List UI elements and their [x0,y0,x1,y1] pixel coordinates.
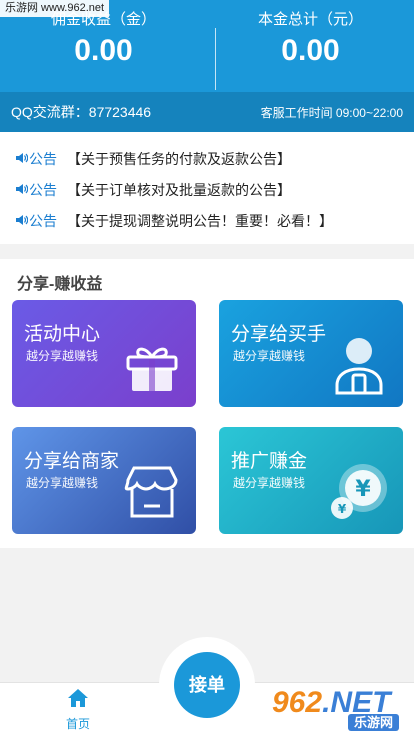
yuan-coin-icon: ¥ ¥ [331,464,387,519]
share-section: 分享-赚收益 活动中心 越分享越赚钱 分享给买手 越分享越赚钱 分享给商家 越分… [0,259,414,548]
svg-text:¥: ¥ [338,502,347,516]
card-title: 推广赚金 [231,451,308,472]
notice-list: 公告 【关于预售任务的付款及返款公告】 公告 【关于订单核对及批量返款的公告】 … [0,132,414,244]
notice-item[interactable]: 公告 【关于订单核对及批量返款的公告】 [0,180,414,211]
speaker-icon [16,153,28,163]
card-subtitle: 越分享越赚钱 [233,476,306,490]
speaker-icon [16,184,28,194]
card-title: 活动中心 [24,324,101,345]
shop-icon [124,466,178,518]
site-watermark: 乐游网 www.962.net [0,0,110,17]
commission-stat: 佣金收益（金） 0.00 [0,10,207,70]
tab-home[interactable]: 首页 [48,688,108,732]
card-title: 分享给商家 [24,451,120,472]
accept-order-button[interactable]: 接单 [174,652,240,718]
notice-item[interactable]: 公告 【关于预售任务的付款及返款公告】 [0,149,414,180]
notice-tag: 公告 [29,213,57,229]
gift-icon [126,347,178,391]
notice-text: 【关于提现调整说明公告！重要！必看！】 [67,213,333,229]
notice-tag: 公告 [29,182,57,198]
brand-watermark: 962.NET 乐游网 [270,686,410,732]
commission-value: 0.00 [74,34,133,67]
qq-group-text: QQ交流群：87723446 [11,104,152,120]
card-subtitle: 越分享越赚钱 [26,349,99,363]
promotion-earnings-card[interactable]: 推广赚金 越分享越赚钱 ¥ ¥ [219,427,403,534]
card-subtitle: 越分享越赚钱 [233,349,306,363]
share-section-title: 分享-赚收益 [17,276,103,293]
brand-num: 962 [272,686,323,719]
notice-item[interactable]: 公告 【关于提现调整说明公告！重要！必看！】 [0,211,414,242]
card-title: 分享给买手 [231,324,327,345]
speaker-icon [16,215,28,225]
info-bar: QQ交流群：87723446 客服工作时间 09:00~22:00 [0,92,414,132]
principal-label: 本金总计（元） [257,11,363,28]
share-to-buyer-card[interactable]: 分享给买手 越分享越赚钱 [219,300,403,407]
buyer-icon [335,338,383,395]
brand-watermark-cn: 乐游网 [348,714,400,731]
activity-center-card[interactable]: 活动中心 越分享越赚钱 [12,300,196,407]
share-to-merchant-card[interactable]: 分享给商家 越分享越赚钱 [12,427,196,534]
service-hours-text: 客服工作时间 09:00~22:00 [260,105,403,120]
tab-home-label: 首页 [65,717,90,731]
notice-text: 【关于预售任务的付款及返款公告】 [67,151,291,167]
notice-text: 【关于订单核对及批量返款的公告】 [67,182,291,198]
principal-stat: 本金总计（元） 0.00 [207,10,414,70]
svg-text:¥: ¥ [355,477,371,502]
card-subtitle: 越分享越赚钱 [26,476,99,490]
home-icon [68,689,88,707]
notice-tag: 公告 [29,151,57,167]
principal-value: 0.00 [281,34,340,67]
